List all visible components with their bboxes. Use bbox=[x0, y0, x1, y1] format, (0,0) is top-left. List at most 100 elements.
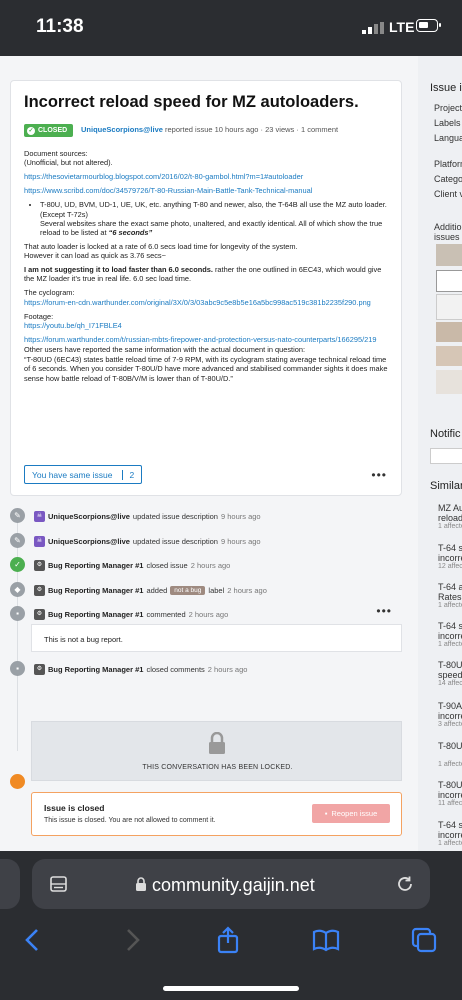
closed-notice: Issue is closed This issue is closed. Yo… bbox=[31, 792, 402, 836]
similar-issue-title: incorre bbox=[438, 830, 462, 840]
same-issue-button[interactable]: You have same issue 2 bbox=[24, 465, 143, 484]
similar-issue-title: incorre bbox=[438, 790, 462, 800]
views-count: 23 views bbox=[265, 125, 295, 134]
address-bar[interactable]: community.gaijin.net bbox=[32, 859, 430, 909]
affected-count: 14 affect bbox=[438, 680, 462, 687]
web-page: Incorrect reload speed for MZ autoloader… bbox=[0, 56, 462, 851]
timeline-item: ⚙ Bug Reporting Manager #1 commented 2 h… bbox=[34, 609, 228, 620]
share-icon[interactable] bbox=[214, 926, 242, 954]
attachment-thumbnail[interactable] bbox=[436, 294, 462, 320]
similar-issue-title: incorre bbox=[438, 711, 462, 721]
attachment-thumbnail[interactable] bbox=[436, 322, 462, 342]
affected-count: 3 affecte bbox=[438, 721, 462, 728]
issue-card: Incorrect reload speed for MZ autoloader… bbox=[10, 80, 402, 496]
affected-count: 1 affecte bbox=[438, 523, 462, 530]
locked-text: THIS CONVERSATION HAS BEEN LOCKED. bbox=[142, 764, 293, 771]
issue-title: Incorrect reload speed for MZ autoloader… bbox=[24, 93, 359, 111]
reopen-issue-button[interactable]: ▪ Reopen issue bbox=[312, 804, 390, 823]
similar-issue-title: T-64 a bbox=[438, 582, 462, 592]
forward-icon[interactable] bbox=[118, 926, 146, 954]
browser-chrome: community.gaijin.net bbox=[0, 851, 462, 1000]
battery-icon bbox=[416, 19, 441, 32]
status-badge: ✓ CLOSED bbox=[24, 124, 74, 137]
pencil-icon: ✎ bbox=[10, 533, 25, 548]
lock-icon bbox=[209, 732, 225, 754]
similar-issue-title: T-64 s bbox=[438, 820, 462, 830]
source-link-1[interactable]: https://thesovietarmourblog.blogspot.com… bbox=[24, 172, 303, 181]
avatar: ☠ bbox=[34, 511, 45, 522]
bookmarks-icon[interactable] bbox=[312, 926, 340, 954]
comment-off-icon: ▪ bbox=[10, 661, 25, 676]
sidebar: Issue in Project Labels Langua Platform … bbox=[418, 56, 462, 851]
closed-issue-icon bbox=[10, 774, 25, 789]
avatar: ⚙ bbox=[34, 585, 45, 596]
locked-notice: THIS CONVERSATION HAS BEEN LOCKED. bbox=[31, 721, 402, 781]
browser-toolbar bbox=[0, 921, 462, 961]
timeline-item: ⚙ Bug Reporting Manager #1 added not a b… bbox=[34, 585, 267, 596]
similar-issue-title: T-90A bbox=[438, 701, 462, 711]
more-options-icon[interactable]: ••• bbox=[371, 468, 387, 482]
similar-issue-title: T-80U bbox=[438, 780, 462, 790]
author-link[interactable]: UniqueScorpions@live bbox=[81, 125, 163, 134]
closed-heading: Issue is closed bbox=[44, 803, 105, 813]
url-text: community.gaijin.net bbox=[152, 875, 315, 895]
avatar: ⚙ bbox=[34, 609, 45, 620]
lock-icon: ▪ bbox=[324, 809, 328, 818]
forum-link[interactable]: https://forum.warthunder.com/t/russian-m… bbox=[24, 335, 376, 344]
similar-issue-title: MZ Au bbox=[438, 503, 462, 513]
affected-count: 11 affect bbox=[438, 800, 462, 807]
avatar: ☠ bbox=[34, 536, 45, 547]
reported-text: reported issue 10 hours ago bbox=[165, 125, 259, 134]
timeline-item: ⚙ Bug Reporting Manager #1 closed issue … bbox=[34, 560, 230, 571]
pencil-icon: ✎ bbox=[10, 508, 25, 523]
previous-tab[interactable] bbox=[0, 859, 20, 909]
issue-meta: UniqueScorpions@live reported issue 10 h… bbox=[81, 125, 339, 134]
clock: 11:38 bbox=[36, 16, 84, 37]
label-badge: not a bug bbox=[170, 586, 206, 595]
tabs-icon[interactable] bbox=[410, 926, 438, 954]
timeline-item: ⚙ Bug Reporting Manager #1 closed commen… bbox=[34, 664, 247, 675]
timeline-item: ☠ UniqueScorpions@live updated issue des… bbox=[34, 511, 261, 522]
comment-more-icon[interactable]: ••• bbox=[376, 604, 392, 618]
similar-issue-title: T-80U bbox=[438, 741, 462, 751]
tag-icon: ◆ bbox=[10, 582, 25, 597]
cyclogram-link[interactable]: https://forum-en-cdn.warthunder.com/orig… bbox=[24, 298, 371, 307]
affected-count: 1 affecte bbox=[438, 840, 462, 847]
check-circle-icon: ✓ bbox=[10, 557, 25, 572]
similar-issue-title: Rates bbox=[438, 592, 462, 602]
avatar: ⚙ bbox=[34, 560, 45, 571]
similar-issue-title: T-64 s bbox=[438, 543, 462, 553]
home-indicator bbox=[163, 986, 299, 991]
status-label: CLOSED bbox=[38, 127, 68, 134]
affected-count: 1 affecte bbox=[438, 602, 462, 609]
affected-count: 1 affecte bbox=[438, 761, 462, 768]
issue-body: Document sources: (Unofficial, but not a… bbox=[24, 149, 390, 388]
signal-icon bbox=[362, 22, 384, 34]
paragraph: Document sources: (Unofficial, but not a… bbox=[24, 149, 113, 168]
timeline-item: ☠ UniqueScorpions@live updated issue des… bbox=[34, 536, 261, 547]
similar-issue-title: T-64 s bbox=[438, 621, 462, 631]
network-label: LTE bbox=[389, 19, 415, 35]
similar-issue-title: reload bbox=[438, 513, 462, 523]
closed-description: This issue is closed. You are not allowe… bbox=[44, 817, 216, 824]
reload-icon[interactable] bbox=[395, 874, 415, 894]
same-issue-count: 2 bbox=[121, 469, 134, 480]
attachment-thumbnail[interactable] bbox=[436, 346, 462, 366]
notification-select[interactable] bbox=[430, 448, 462, 464]
comment-box: This is not a bug report. bbox=[31, 624, 402, 652]
attachment-thumbnail[interactable] bbox=[436, 270, 462, 292]
reader-icon[interactable] bbox=[50, 876, 67, 892]
similar-issue-title: incorre bbox=[438, 631, 462, 641]
affected-count: 12 affect bbox=[438, 563, 462, 570]
source-link-2[interactable]: https://www.scribd.com/doc/34579726/T-80… bbox=[24, 186, 312, 195]
avatar: ⚙ bbox=[34, 664, 45, 675]
bullet-list: T-80U, UD, BVM, UD-1, UE, UK, etc. anyth… bbox=[24, 200, 390, 238]
footage-link[interactable]: https://youtu.be/qh_I71FBLE4 bbox=[24, 321, 122, 330]
similar-issue-title: T-80U bbox=[438, 660, 462, 670]
comments-count[interactable]: 1 comment bbox=[301, 125, 338, 134]
attachment-thumbnail[interactable] bbox=[436, 244, 462, 266]
back-icon[interactable] bbox=[19, 926, 47, 954]
attachment-thumbnail[interactable] bbox=[436, 370, 462, 394]
comment-icon: ▪ bbox=[10, 606, 25, 621]
similar-issue-title: incorre bbox=[438, 553, 462, 563]
